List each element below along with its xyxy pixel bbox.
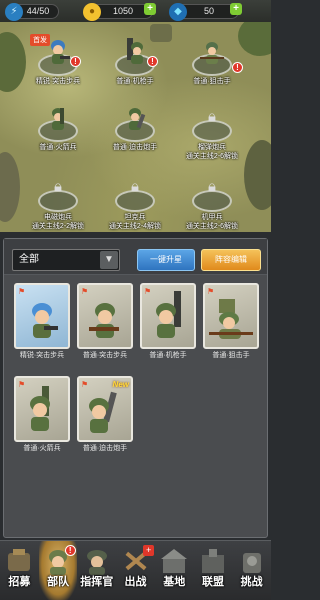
nav-base[interactable]: 基地	[155, 541, 194, 600]
soldier-icon	[209, 299, 253, 339]
lock-icon: 🔒︎	[208, 178, 216, 195]
lineup-edit-button[interactable]: 阵容编辑	[201, 249, 261, 271]
soldier-icon	[156, 291, 181, 338]
lock-icon: 🔒︎	[208, 108, 216, 125]
alert-badge: !	[232, 62, 243, 73]
nav-battle[interactable]: + 出战	[116, 541, 155, 600]
node-sniper[interactable]: ! 普通·狙击手	[178, 32, 246, 86]
lock-icon: 🔒︎	[131, 178, 139, 195]
coin-icon: ●	[83, 2, 101, 21]
node-howitzer[interactable]: 🔒︎ 榴弹炮兵 通关主线2-6解锁	[178, 98, 246, 161]
recruit-icon	[8, 549, 31, 571]
starter-badge: 首发	[30, 34, 50, 46]
alert-badge: !	[70, 56, 81, 67]
soldier-icon	[89, 303, 119, 338]
alert-badge: !	[64, 545, 76, 556]
flag-icon: ⚑	[18, 287, 26, 296]
troop-map: 首发 ! 精锐·突击步兵 ! 普通·机枪手 ! 普通·狙击手 普通·火箭兵 普通…	[0, 22, 271, 232]
nav-challenge[interactable]: 挑战	[232, 541, 271, 600]
nav-commander[interactable]: 指挥官	[77, 541, 116, 600]
alert-badge: +	[143, 545, 155, 556]
resource-bar: ⚡ 44/50 ● 1050 + ◆ 50 +	[0, 0, 271, 22]
node-machine-gunner[interactable]: ! 普通·机枪手	[101, 32, 169, 86]
node-mortar[interactable]: 普通·迫击炮手	[101, 98, 169, 152]
unit-card-elite-assault[interactable]: ⚑ 精锐·突击步兵	[14, 283, 70, 360]
filter-dropdown[interactable]: 全部 ▼	[12, 249, 120, 271]
add-diamond-button[interactable]: +	[230, 2, 242, 15]
unit-card-rocket[interactable]: ⚑ 普通·火箭兵	[14, 376, 70, 453]
nav-troops[interactable]: ! 部队	[38, 541, 78, 600]
soldier-icon	[129, 108, 146, 130]
soldier-icon	[32, 303, 58, 338]
flag-icon: ⚑	[207, 287, 215, 296]
new-tag: New	[112, 380, 129, 389]
stamina-counter[interactable]: ⚡ 44/50	[5, 2, 59, 21]
node-rocket-soldier[interactable]: 普通·火箭兵	[24, 98, 92, 152]
lightning-icon: ⚡	[5, 2, 23, 21]
node-emp-cannon[interactable]: 🔒︎ 电磁炮兵 通关主线2-2解锁	[24, 168, 92, 231]
nav-alliance[interactable]: 联盟	[194, 541, 233, 600]
soldier-icon	[52, 108, 64, 130]
nav-recruit[interactable]: 招募	[0, 541, 39, 600]
gold-counter[interactable]: ● 1050 +	[83, 2, 156, 21]
one-click-upgrade-button[interactable]: 一键升星	[137, 249, 195, 271]
node-mecha[interactable]: 🔒︎ 机甲兵 通关主线2-6解锁	[178, 168, 246, 231]
flag-icon: ⚑	[81, 380, 89, 389]
troop-roster-panel: 全部 ▼ 一键升星 阵容编辑 ⚑ 精锐·突击步兵 ⚑ 普通·突击步兵 ⚑ 普通·…	[3, 238, 268, 538]
filter-bar: 全部 ▼ 一键升星 阵容编辑	[4, 239, 267, 275]
soldier-icon	[89, 391, 117, 433]
unit-card-assault[interactable]: ⚑ 普通·突击步兵	[77, 283, 133, 360]
bottom-navigation: 招募 ! 部队 指挥官 + 出战 基地 联盟 挑战	[0, 540, 271, 600]
tree-decoration	[0, 32, 26, 92]
flag-icon: ⚑	[81, 287, 89, 296]
soldier-icon	[127, 38, 143, 64]
base-icon	[161, 549, 188, 573]
soldier-icon	[30, 386, 50, 431]
diamond-counter[interactable]: ◆ 50 +	[169, 2, 242, 21]
diamond-icon: ◆	[169, 2, 187, 21]
tree-decoration	[244, 140, 271, 210]
unit-card-sniper[interactable]: ⚑ 普通·狙击手	[203, 283, 259, 360]
unit-card-machine-gunner[interactable]: ⚑ 普通·机枪手	[140, 283, 196, 360]
alert-badge: !	[147, 56, 158, 67]
alliance-icon	[201, 549, 224, 573]
lock-icon: 🔒︎	[54, 178, 62, 195]
commander-icon	[86, 550, 107, 575]
unit-card-mortar[interactable]: ⚑ New 普通·迫击炮手	[77, 376, 133, 453]
rock-decoration	[0, 152, 20, 222]
soldier-icon	[200, 42, 224, 64]
add-gold-button[interactable]: +	[144, 2, 156, 15]
challenge-icon	[242, 553, 261, 573]
node-tank[interactable]: 🔒︎ 坦克兵 通关主线2-4解锁	[101, 168, 169, 231]
chevron-down-icon[interactable]: ▼	[100, 251, 118, 269]
